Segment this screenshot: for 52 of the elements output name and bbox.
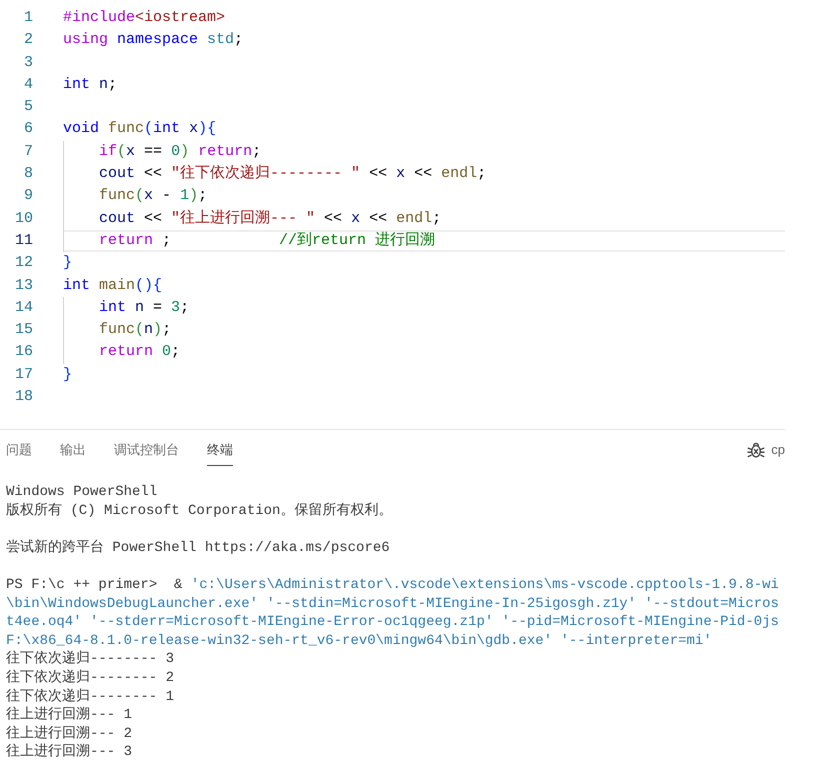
line-number: 13 (14, 276, 33, 294)
line-number: 16 (14, 343, 33, 360)
line-number: 4 (24, 76, 33, 93)
code-line: #include<iostream> (63, 8, 226, 28)
terminal-line: 版权所有 (C) Microsoft Corporation。保留所有权利。 (6, 502, 392, 520)
code-line: int n = 3; (99, 298, 190, 318)
code-line: func(n); (99, 320, 172, 340)
line-number: 3 (24, 54, 33, 71)
line-number: 12 (14, 254, 33, 272)
bug-icon (747, 440, 766, 458)
code-line: } (63, 253, 72, 274)
terminal-line: Windows PowerShell (6, 483, 158, 502)
line-number: 5 (24, 98, 33, 116)
line-number: 17 (14, 366, 33, 383)
terminal-line: PS F:\c ++ primer> & 'c:\Users\Administrator\.vscode\extensions\ms-vscode.cpptools-1.9.8-wi (6, 576, 779, 595)
line-number: 11 (14, 232, 33, 249)
code-line: func(x - 1); (99, 186, 208, 206)
code-line: if(x == 0) return; (99, 142, 262, 162)
line-number: 18 (14, 388, 33, 406)
terminal-line: 往下依次递归-------- 3 (6, 650, 174, 669)
line-number: 14 (14, 298, 33, 316)
panel-tab[interactable]: 终端 (207, 434, 233, 466)
line-number: 2 (24, 31, 33, 48)
terminal-line: t4ee.oq4' '--stderr=Microsoft-MIEngine-Error-oc1qgeeg.z1p' '--pid=Microsoft-MIEngine-Pid-0js (6, 613, 779, 632)
line-number: 6 (24, 120, 33, 138)
line-number: 7 (24, 142, 33, 160)
terminal-line: 往下依次递归-------- 2 (6, 668, 174, 688)
line-number: 1 (24, 9, 33, 26)
line-number: 8 (24, 165, 33, 182)
code-line: cout << "往上进行回溯--- " << x << endl; (99, 208, 442, 229)
code-line: return 0; (99, 342, 180, 362)
terminal-line: 尝试新的跨平台 PowerShell https://aka.ms/pscore6 (6, 538, 390, 558)
terminal-line: F:\x86_64-8.1.0-release-win32-seh-rt_v6-rev0\mingw64\bin\gdb.exe' '--interpreter=mi' (6, 632, 712, 650)
terminal-selector[interactable]: cp (747, 434, 785, 466)
terminal-line: 往上进行回溯--- 1 (6, 706, 132, 725)
line-number: 10 (14, 210, 33, 227)
terminal-line: 往上进行回溯--- 3 (6, 743, 132, 762)
line-number: 9 (24, 187, 33, 204)
code-line: } (63, 364, 72, 385)
code-line: return ; //到return 进行回溯 (99, 230, 436, 251)
code-line: void func(int x){ (63, 119, 216, 140)
terminal-line: 往上进行回溯--- 2 (6, 724, 132, 744)
panel-tab[interactable]: 调试控制台 (114, 434, 179, 466)
line-number: 15 (14, 321, 33, 338)
code-line: int n; (63, 74, 118, 95)
panel-tab[interactable]: 输出 (60, 434, 86, 466)
code-line: int main(){ (63, 276, 162, 296)
terminal-line: \bin\WindowsDebugLauncher.exe' '--stdin=Microsoft-MIEngine-In-25igosgh.z1y' '--stdout=Micros (6, 594, 779, 614)
code-line: cout << "往下依次递归-------- " << x << endl; (99, 164, 486, 184)
terminal-line: 往下依次递归-------- 1 (6, 688, 174, 706)
panel-tab[interactable]: 问题 (6, 434, 32, 466)
code-line: using namespace std; (63, 30, 244, 50)
